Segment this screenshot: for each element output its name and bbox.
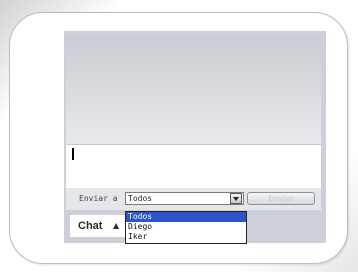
dropdown-option-iker[interactable]: Iker: [126, 232, 246, 242]
message-input[interactable]: [66, 144, 321, 188]
chevron-up-icon[interactable]: ▲: [113, 222, 119, 230]
page: Enviar a Todos Enviar Chat ▲ Todos Diego…: [0, 0, 358, 272]
dropdown-option-diego[interactable]: Diego: [126, 222, 246, 232]
recipient-dropdown-list: Todos Diego Iker: [125, 211, 247, 244]
recipient-select[interactable]: Todos: [125, 192, 244, 205]
dropdown-option-todos[interactable]: Todos: [126, 212, 246, 222]
send-to-label: Enviar a: [79, 194, 118, 203]
tab-chat-label: Chat: [78, 220, 103, 232]
text-cursor: [72, 148, 74, 160]
send-button[interactable]: Enviar: [247, 192, 315, 205]
message-area: [66, 36, 321, 144]
recipient-select-value: Todos: [128, 194, 153, 203]
chevron-down-icon[interactable]: [230, 193, 242, 204]
